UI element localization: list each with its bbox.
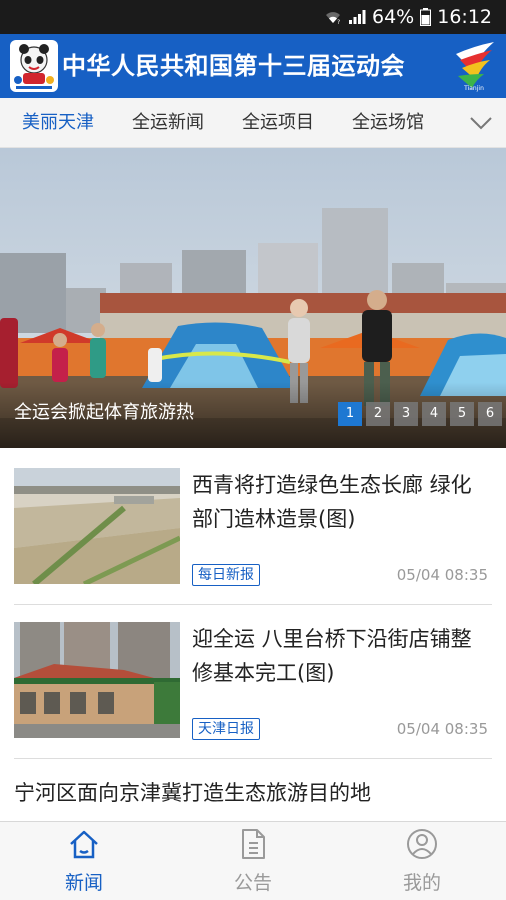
divider: [14, 604, 492, 605]
tab-games-news[interactable]: 全运新闻: [132, 98, 204, 148]
app-title: 中华人民共和国第十三届运动会: [62, 52, 405, 80]
banner-carousel[interactable]: 全运会掀起体育旅游热 1 2 3 4 5 6: [0, 148, 506, 448]
category-tab-bar: 美丽天津 全运新闻 全运项目 全运场馆: [0, 98, 506, 148]
banner-pagination: 1 2 3 4 5 6: [338, 402, 502, 426]
document-icon: [242, 829, 265, 859]
games-emblem-icon: Tianjin: [456, 42, 494, 92]
nav-announcements[interactable]: 公告: [169, 822, 337, 900]
battery-percent: 64%: [372, 6, 415, 28]
status-icons: ? 64% 16:12: [324, 0, 492, 34]
tab-beautiful-tianjin[interactable]: 美丽天津: [22, 98, 94, 148]
signal-icon: [349, 10, 366, 24]
nav-announcements-label: 公告: [233, 872, 272, 894]
mascot-logo-icon: [10, 40, 58, 92]
user-icon: [407, 829, 437, 859]
bottom-nav: 新闻 公告 我的: [0, 821, 506, 900]
tab-games-events[interactable]: 全运项目: [242, 98, 314, 148]
news-item[interactable]: 西青将打造绿色生态长廊 绿化部门造林造景(图) 每日新报 05/04 08:35: [14, 468, 492, 588]
nav-news-label: 新闻: [64, 872, 103, 894]
nav-news[interactable]: 新闻: [0, 822, 168, 900]
svg-text:Tianjin: Tianjin: [463, 85, 484, 92]
news-title: 迎全运 八里台桥下沿街店铺整修基本完工(图): [192, 627, 472, 685]
banner-page-5[interactable]: 5: [450, 402, 474, 426]
nav-profile-label: 我的: [402, 872, 441, 894]
banner-caption[interactable]: 全运会掀起体育旅游热: [14, 398, 194, 424]
battery-icon: [420, 8, 432, 26]
divider: [14, 758, 492, 759]
news-item[interactable]: 迎全运 八里台桥下沿街店铺整修基本完工(图) 天津日报 05/04 08:35: [14, 622, 492, 742]
news-timestamp: 05/04 08:35: [396, 720, 488, 738]
banner-page-6[interactable]: 6: [478, 402, 502, 426]
banner-page-4[interactable]: 4: [422, 402, 446, 426]
wifi-icon: ?: [326, 12, 340, 25]
news-title: 西青将打造绿色生态长廊 绿化部门造林造景(图): [192, 473, 472, 531]
news-item-title[interactable]: 宁河区面向京津冀打造生态旅游目的地: [14, 776, 371, 810]
app-header: 中华人民共和国第十三届运动会 Tianjin: [0, 34, 506, 98]
news-source-badge: 每日新报: [192, 564, 260, 586]
news-thumbnail: [14, 468, 180, 584]
banner-page-3[interactable]: 3: [394, 402, 418, 426]
banner-page-1[interactable]: 1: [338, 402, 362, 426]
news-timestamp: 05/04 08:35: [396, 566, 488, 584]
news-source-badge: 天津日报: [192, 718, 260, 740]
banner-page-2[interactable]: 2: [366, 402, 390, 426]
chevron-down-icon[interactable]: [468, 111, 494, 135]
nav-profile[interactable]: 我的: [338, 822, 506, 900]
status-bar: ? 64% 16:12: [0, 0, 506, 34]
svg-text:?: ?: [337, 19, 340, 25]
clock: 16:12: [437, 6, 492, 28]
news-thumbnail: [14, 622, 180, 738]
tab-games-venues[interactable]: 全运场馆: [352, 98, 424, 148]
home-icon: [70, 830, 98, 859]
